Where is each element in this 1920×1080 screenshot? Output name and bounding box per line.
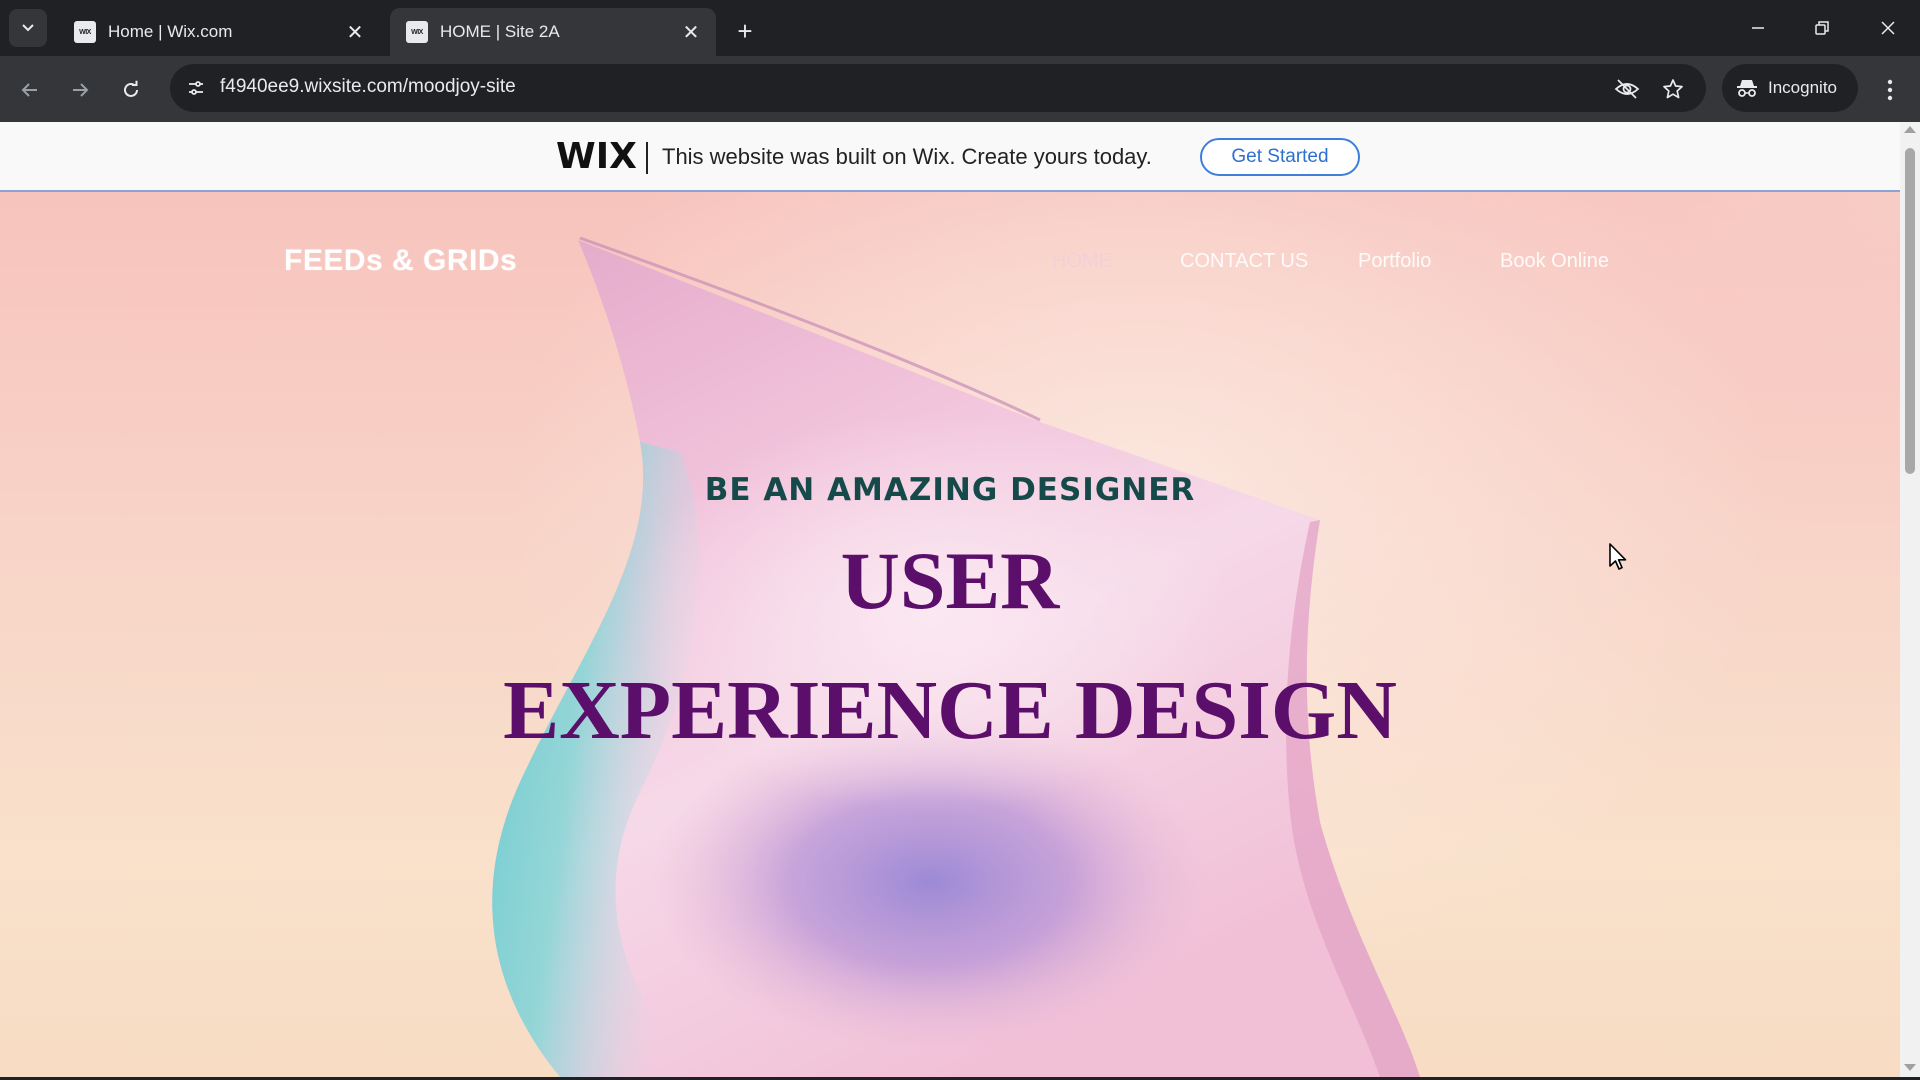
wix-favicon-icon: WIX <box>406 21 428 43</box>
browser-tab-bar: WIX Home | Wix.com ✕ WIX HOME | Site 2A … <box>0 0 1920 56</box>
restore-button[interactable] <box>1796 8 1848 48</box>
minimize-button[interactable] <box>1732 8 1784 48</box>
scrollbar-thumb[interactable] <box>1905 148 1915 474</box>
chevron-down-icon <box>22 24 34 32</box>
back-button[interactable] <box>12 72 48 108</box>
site-logo[interactable]: FEEDs & GRIDs <box>284 244 517 278</box>
wix-banner-message: This website was built on Wix. Create yo… <box>662 144 1152 169</box>
get-started-button[interactable]: Get Started <box>1200 138 1360 176</box>
incognito-indicator[interactable]: Incognito <box>1722 64 1858 112</box>
new-tab-button[interactable]: + <box>728 14 762 48</box>
browser-menu-button[interactable] <box>1874 72 1906 108</box>
scroll-down-arrow-icon[interactable] <box>1904 1064 1916 1071</box>
scroll-up-arrow-icon[interactable] <box>1904 126 1916 133</box>
wix-logo[interactable]: WIX <box>556 136 637 177</box>
forward-button[interactable] <box>62 72 98 108</box>
tab-site-2a[interactable]: WIX HOME | Site 2A ✕ <box>390 8 716 56</box>
tab-home-wix[interactable]: WIX Home | Wix.com ✕ <box>58 8 380 56</box>
nav-link-portfolio[interactable]: Portfolio <box>1358 250 1431 273</box>
tracking-protection-button[interactable] <box>1612 74 1642 104</box>
window-close-icon <box>1881 21 1895 35</box>
page-scrollbar[interactable] <box>1900 122 1920 1077</box>
minimize-icon <box>1752 27 1764 29</box>
url-text[interactable]: f4940ee9.wixsite.com/moodjoy-site <box>220 76 516 98</box>
reload-icon <box>124 80 138 97</box>
hero-section: FEEDs & GRIDs HOME CONTACT US Portfolio … <box>0 192 1900 1077</box>
browser-toolbar: f4940ee9.wixsite.com/moodjoy-site Incogn… <box>0 56 1920 122</box>
nav-link-book-online[interactable]: Book Online <box>1500 250 1609 273</box>
reload-button[interactable] <box>113 72 149 108</box>
incognito-icon <box>1737 80 1757 97</box>
site-settings-icon <box>189 81 203 95</box>
bookmark-button[interactable] <box>1658 74 1688 104</box>
nav-link-contact-us[interactable]: CONTACT US <box>1180 250 1308 273</box>
back-arrow-icon <box>21 83 37 97</box>
banner-divider <box>646 142 648 174</box>
incognito-label: Incognito <box>1768 78 1837 97</box>
hero-vase-image <box>492 236 1420 1077</box>
bookmark-star-icon <box>1663 79 1683 99</box>
window-close-button[interactable] <box>1862 8 1914 48</box>
more-vertical-icon <box>1887 79 1893 101</box>
tab-close-icon[interactable]: ✕ <box>344 21 366 44</box>
site-settings-button[interactable] <box>182 74 210 102</box>
hero-kicker: BE AN AMAZING DESIGNER <box>704 472 1196 508</box>
mouse-cursor-icon <box>1609 543 1627 570</box>
nav-link-home[interactable]: HOME <box>1052 250 1112 273</box>
hero-title-line-2: EXPERIENCE DESIGN <box>503 664 1397 757</box>
plus-icon: + <box>737 15 753 46</box>
wix-favicon-icon: WIX <box>74 21 96 43</box>
tab-title: Home | Wix.com <box>108 22 233 41</box>
forward-arrow-icon <box>73 83 89 97</box>
restore-icon <box>1815 21 1829 35</box>
address-bar[interactable]: f4940ee9.wixsite.com/moodjoy-site <box>170 64 1706 112</box>
wix-ad-banner: WIX This website was built on Wix. Creat… <box>0 122 1900 192</box>
page-viewport: WIX This website was built on Wix. Creat… <box>0 122 1900 1077</box>
tab-search-button[interactable] <box>9 9 47 47</box>
tab-close-icon[interactable]: ✕ <box>680 21 702 44</box>
eye-off-icon <box>1614 79 1640 99</box>
tab-title: HOME | Site 2A <box>440 22 560 41</box>
